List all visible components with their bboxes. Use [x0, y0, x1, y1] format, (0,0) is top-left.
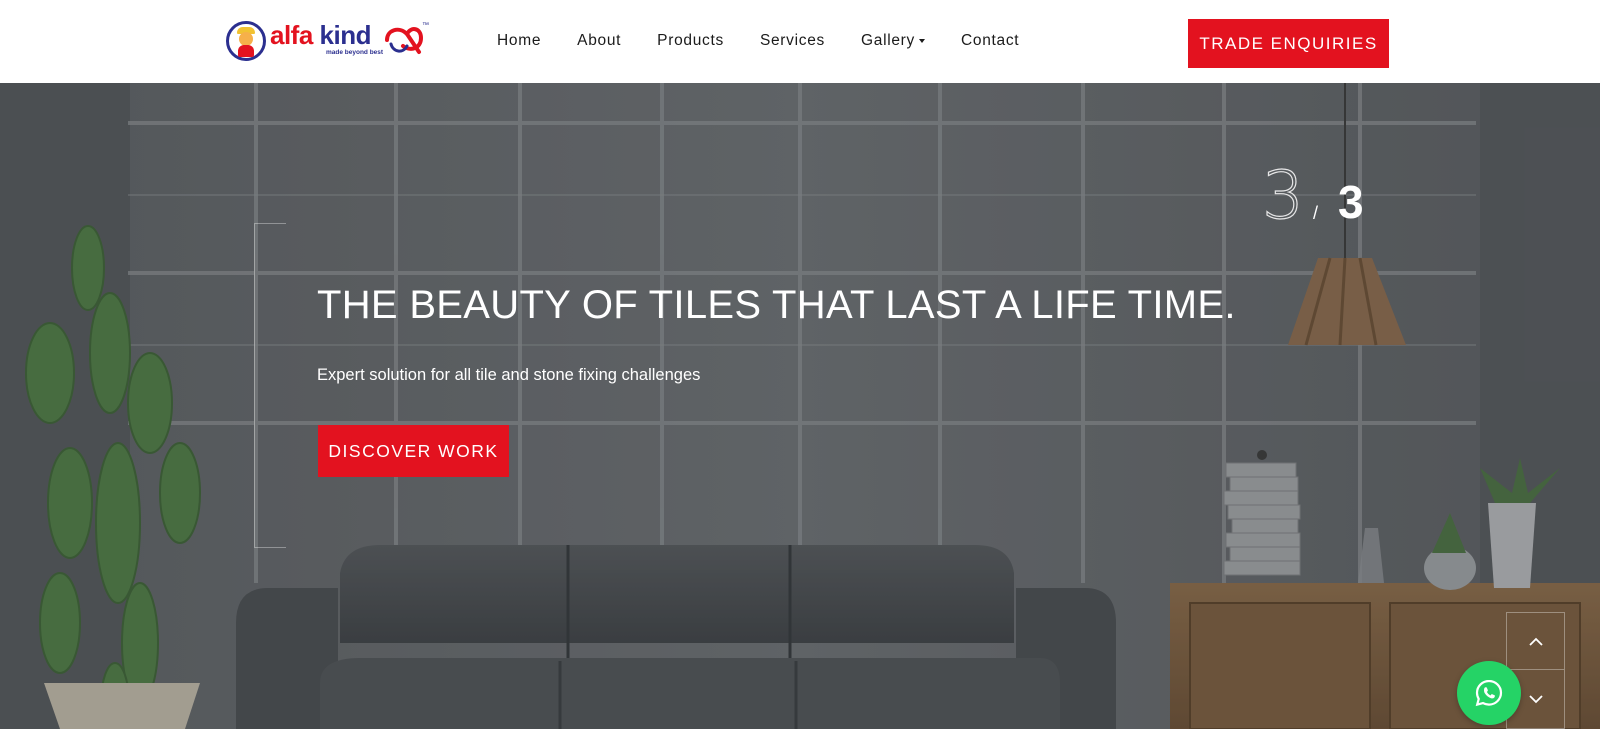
brand-name-part2: kind — [319, 20, 372, 50]
nav-item-label: Products — [657, 32, 724, 49]
nav-item-label: Contact — [961, 32, 1020, 49]
site-header: alfa kind ™ made beyond best Home About … — [0, 0, 1600, 83]
slide-total-number: 3 — [1338, 176, 1364, 228]
brand-logo[interactable]: alfa kind ™ made beyond best — [226, 20, 432, 62]
discover-work-button[interactable]: DISCOVER WORK — [318, 425, 509, 477]
nav-item-label: Services — [759, 32, 825, 49]
nav-item-label: Home — [497, 32, 542, 49]
brand-wordmark: alfa kind — [270, 20, 372, 50]
brand-tagline: made beyond best — [326, 49, 384, 56]
chevron-up-icon — [1528, 637, 1543, 646]
hero-title: THE BEAUTY OF TILES THAT LAST A LIFE TIM… — [317, 283, 1236, 327]
whatsapp-icon — [1475, 679, 1503, 707]
hero-slider: THE BEAUTY OF TILES THAT LAST A LIFE TIM… — [0, 83, 1600, 729]
trade-enquiries-button[interactable]: TRADE ENQUIRIES — [1188, 19, 1389, 68]
whatsapp-chat-button[interactable] — [1457, 661, 1521, 725]
hero-subtitle: Expert solution for all tile and stone f… — [317, 366, 701, 384]
decorative-frame — [254, 223, 286, 548]
slide-separator: / — [1313, 203, 1319, 223]
nav-item-products[interactable]: Products — [657, 32, 724, 50]
trademark-symbol: ™ — [422, 22, 429, 29]
nav-item-about[interactable]: About — [577, 32, 621, 50]
previous-slide-button[interactable] — [1507, 613, 1564, 670]
main-nav: Home About Products Services Gallery Con… — [497, 30, 1055, 52]
nav-item-contact[interactable]: Contact — [961, 32, 1019, 50]
mascot-badge-icon — [226, 21, 266, 61]
nav-item-home[interactable]: Home — [497, 32, 541, 50]
caret-down-icon — [919, 39, 925, 43]
nav-item-gallery[interactable]: Gallery — [861, 32, 925, 50]
nav-item-label: Gallery — [861, 32, 915, 49]
nav-item-services[interactable]: Services — [760, 32, 825, 50]
brand-name-part1: alfa — [270, 20, 313, 50]
slide-current-number: 3 — [1261, 157, 1304, 234]
brand-swoosh-icon — [385, 27, 423, 54]
nav-item-label: About — [577, 32, 622, 49]
chevron-down-icon — [1528, 695, 1543, 704]
